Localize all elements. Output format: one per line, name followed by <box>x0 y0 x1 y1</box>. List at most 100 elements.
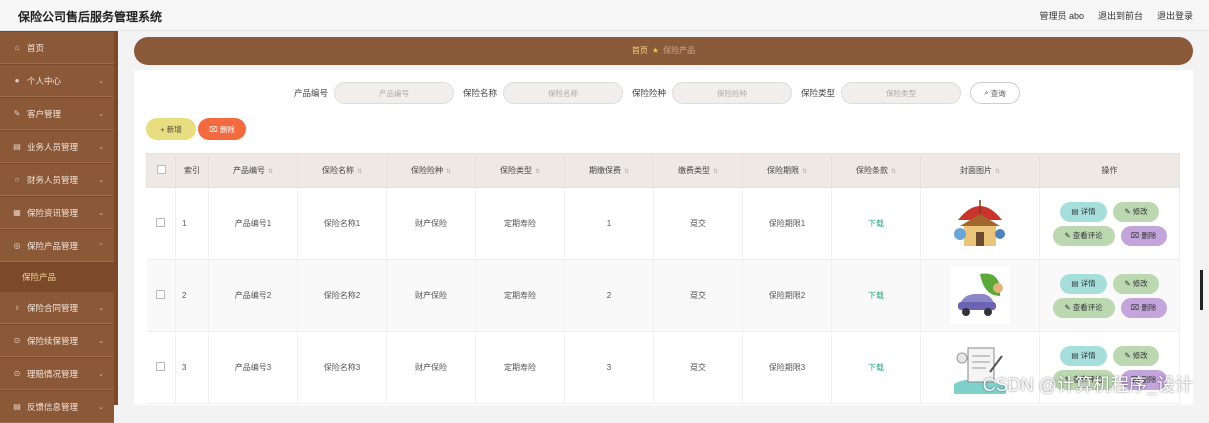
download-link[interactable]: 下载 <box>868 363 884 372</box>
chevron-down-icon: ⌄ <box>98 370 104 378</box>
cover-image-umbrella-house <box>950 193 1010 252</box>
col-header-kind[interactable]: 保险险种 ⇅ <box>386 153 476 188</box>
cell-cover <box>920 259 1040 332</box>
add-button[interactable]: + 新增 <box>146 118 196 140</box>
top-bar: 保险公司售后服务管理系统 管理员 abo 退出到前台 退出登录 <box>0 0 1209 31</box>
download-link[interactable]: 下载 <box>868 291 884 300</box>
row-checkbox[interactable] <box>156 362 166 371</box>
sidebar-item-staff[interactable]: ▤ 业务人员管理 ⌄ <box>0 131 114 163</box>
row-checkbox[interactable] <box>156 290 166 299</box>
user-icon: ● <box>14 76 20 85</box>
front-link[interactable]: 退出到前台 <box>1098 9 1143 22</box>
cell-terms: 下载 <box>831 187 921 260</box>
sidebar-item-customers[interactable]: ✎ 客户管理 ⌄ <box>0 98 114 130</box>
select-all-checkbox[interactable] <box>156 165 166 174</box>
type-input[interactable]: 保险类型 <box>841 82 962 104</box>
detail-button[interactable]: ▤ 详情 <box>1060 273 1107 294</box>
sidebar-subitem-insurance-product[interactable]: 保险产品 <box>0 263 114 291</box>
search-button-label: 查询 <box>990 88 1006 98</box>
cell-kind: 财产保险 <box>386 187 476 260</box>
download-link[interactable]: 下载 <box>868 219 884 228</box>
view-comments-button[interactable]: ✎ 查看评论 <box>1052 297 1115 318</box>
pencil-icon: ✎ <box>1064 231 1073 240</box>
trash-icon: ⌧ <box>1130 303 1142 312</box>
pencil-icon: ✎ <box>1124 351 1133 360</box>
edit-button[interactable]: ✎ 修改 <box>1113 201 1159 222</box>
chevron-down-icon: ⌄ <box>98 143 104 151</box>
breadcrumb-home[interactable]: 首页 <box>632 46 648 55</box>
breadcrumb-current: 保险产品 <box>663 46 696 55</box>
sidebar-item-renewal[interactable]: ⊙ 保险续保管理 ⌄ <box>0 325 114 357</box>
sort-icon: ⇅ <box>356 169 363 175</box>
col-header-period[interactable]: 保险期限 ⇅ <box>742 153 832 188</box>
col-header-cover[interactable]: 封面图片 ⇅ <box>920 153 1040 188</box>
col-header-premium[interactable]: 期缴保费 ⇅ <box>564 153 654 188</box>
name-input[interactable]: 保险名称 <box>503 82 624 104</box>
row-select-cell <box>146 331 176 404</box>
search-button[interactable]: ⌕ 查询 <box>970 82 1021 104</box>
finance-icon: ○ <box>14 175 20 184</box>
chevron-down-icon: ⌄ <box>98 110 104 118</box>
cell-paytype: 趸交 <box>653 187 743 260</box>
sidebar-item-news[interactable]: ▦ 保险资讯管理 ⌄ <box>0 197 114 229</box>
sidebar-item-label: 保险合同管理 <box>27 302 79 313</box>
detail-button[interactable]: ▤ 详情 <box>1060 345 1107 366</box>
cell-cover <box>920 187 1040 260</box>
sidebar-item-claims[interactable]: ⊙ 理赔情况管理 ⌄ <box>0 358 114 390</box>
edit-button[interactable]: ✎ 修改 <box>1113 345 1159 366</box>
row-delete-label: 删除 <box>1141 231 1157 240</box>
sort-icon: ⇅ <box>534 169 541 175</box>
trash-icon: ⌧ <box>1130 231 1142 240</box>
customer-icon: ✎ <box>13 109 21 118</box>
chevron-down-icon: ⌄ <box>98 209 104 217</box>
table-row: 2 产品编号2 保险名称2 财产保险 定期寿险 2 趸交 保险期限2 下载 ▤ … <box>146 259 1180 332</box>
scrollbar-thumb[interactable] <box>1200 270 1203 310</box>
logout-link[interactable]: 退出登录 <box>1157 9 1193 22</box>
col-header-name[interactable]: 保险名称 ⇅ <box>297 153 387 188</box>
sidebar-item-finance[interactable]: ○ 财务人员管理 ⌄ <box>0 164 114 196</box>
kind-input[interactable]: 保险险种 <box>672 82 793 104</box>
row-delete-button[interactable]: ⌧ 删除 <box>1120 297 1167 318</box>
sidebar-item-profile[interactable]: ● 个人中心 ⌄ <box>0 65 114 97</box>
edit-button[interactable]: ✎ 修改 <box>1113 273 1159 294</box>
sort-icon: ⇅ <box>801 169 808 175</box>
cell-premium: 3 <box>564 331 654 404</box>
product-icon: ◎ <box>13 241 21 250</box>
detail-button[interactable]: ▤ 详情 <box>1060 201 1107 222</box>
sidebar-item-feedback[interactable]: ▤ 反馈信息管理 ⌄ <box>0 391 114 423</box>
col-header-paytype[interactable]: 缴费类型 ⇅ <box>653 153 743 188</box>
chevron-down-icon: ⌄ <box>98 403 104 411</box>
chevron-down-icon: ⌄ <box>98 304 104 312</box>
cell-premium: 2 <box>564 259 654 332</box>
code-input[interactable]: 产品编号 <box>334 82 455 104</box>
chevron-down-icon: ⌄ <box>98 77 104 85</box>
sidebar-item-label: 财务人员管理 <box>27 174 79 185</box>
batch-delete-button[interactable]: ⌧ 删除 <box>198 118 246 140</box>
cell-terms: 下载 <box>831 259 921 332</box>
sidebar-item-products[interactable]: ◎ 保险产品管理 ⌃ <box>0 230 114 262</box>
sidebar-item-home[interactable]: ⌂ 首页 <box>0 32 114 64</box>
sidebar-item-label: 保险产品管理 <box>27 240 79 251</box>
star-icon: ★ <box>651 46 660 55</box>
news-icon: ▦ <box>13 208 21 217</box>
renewal-icon: ⊙ <box>13 336 21 345</box>
col-header-code[interactable]: 产品编号 ⇅ <box>208 153 298 188</box>
col-header-type[interactable]: 保险类型 ⇅ <box>475 153 565 188</box>
row-delete-button[interactable]: ⌧ 删除 <box>1120 225 1167 246</box>
sidebar-item-label: 业务人员管理 <box>27 141 79 152</box>
search-label-name: 保险名称 <box>463 88 498 98</box>
sidebar-item-label: 反馈信息管理 <box>27 401 79 412</box>
sidebar-item-label: 客户管理 <box>27 108 62 119</box>
edit-button-label: 修改 <box>1132 207 1148 216</box>
table-row: 1 产品编号1 保险名称1 财产保险 定期寿险 1 趸交 保险期限1 下载 ▤ … <box>146 187 1180 260</box>
sidebar-item-contracts[interactable]: ♁ 保险合同管理 ⌄ <box>0 292 114 324</box>
sort-icon: ⇅ <box>890 169 897 175</box>
view-comments-button[interactable]: ✎ 查看评论 <box>1052 225 1115 246</box>
search-label-code: 产品编号 <box>294 88 329 98</box>
row-checkbox[interactable] <box>156 218 166 227</box>
chevron-down-icon: ⌄ <box>98 337 104 345</box>
select-all-cell <box>146 153 176 188</box>
chevron-down-icon: ⌄ <box>98 176 104 184</box>
search-label-type: 保险类型 <box>801 88 836 98</box>
col-header-terms[interactable]: 保险条款 ⇅ <box>831 153 921 188</box>
